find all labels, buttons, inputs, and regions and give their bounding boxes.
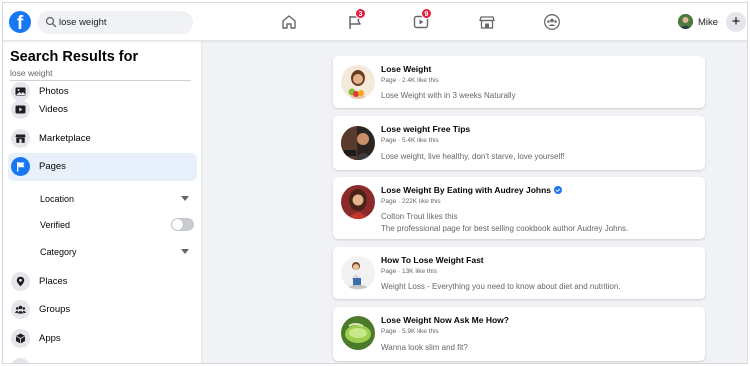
location-filter-label[interactable]: Location [40, 194, 74, 204]
page-name[interactable]: Lose Weight [381, 64, 431, 74]
create-button[interactable]: + [726, 12, 746, 32]
result-card[interactable]: Lose Weight By Eating with Audrey Johns … [333, 177, 705, 239]
nav-watch[interactable]: 9 [412, 8, 432, 31]
page-name[interactable]: Lose Weight By Eating with Audrey Johns [381, 185, 563, 195]
page-avatar[interactable] [341, 316, 375, 350]
cube-icon [11, 329, 30, 348]
chevron-down-icon[interactable] [181, 196, 189, 201]
result-card[interactable]: How To Lose Weight Fast Page · 13K like … [333, 247, 705, 299]
page-avatar[interactable] [341, 256, 375, 290]
page-meta: Page · 5.4K like this [381, 137, 439, 144]
search-filters-sidebar: Search Results for lose weight Photos Vi… [3, 41, 201, 363]
profile-name: Mike [698, 17, 719, 28]
top-navigation-bar: f 3 9 [3, 3, 747, 41]
page-name-text[interactable]: Lose Weight By Eating with Audrey Johns [381, 185, 551, 195]
page-meta: Page · 13K like this [381, 268, 438, 275]
verified-toggle[interactable] [171, 218, 194, 231]
sidebar-item-label: Marketplace [39, 133, 91, 144]
result-card[interactable]: Lose Weight Page · 2.4K like this Lose W… [333, 56, 705, 108]
page-name[interactable]: Lose weight Free Tips [381, 124, 470, 134]
pages-notification-badge: 3 [355, 8, 366, 19]
page-name[interactable]: Lose Weight Now Ask Me How? [381, 315, 509, 325]
browser-frame: f 3 9 [2, 2, 748, 364]
page-name[interactable]: How To Lose Weight Fast [381, 255, 484, 265]
page-description: Lose weight, live healthy, don't starve,… [381, 152, 565, 161]
category-filter-label[interactable]: Category [40, 247, 77, 257]
page-description: Lose Weight with in 3 weeks Naturally [381, 91, 516, 100]
chevron-down-icon[interactable] [181, 249, 189, 254]
groups-icon [544, 14, 560, 30]
facebook-logo[interactable]: f [9, 11, 31, 34]
page-avatar[interactable] [341, 185, 375, 219]
page-description: Wanna look slim and fit? [381, 343, 468, 352]
page-description: The professional page for best selling c… [381, 224, 629, 233]
page-meta: Page · 2.4K like this [381, 77, 439, 84]
sidebar-item-videos[interactable]: Videos [8, 96, 197, 124]
user-avatar [678, 14, 693, 29]
nav-home[interactable] [280, 13, 298, 31]
sidebar-item-pages[interactable]: Pages [8, 153, 197, 181]
page-description: Weight Loss - Everything you need to kno… [381, 282, 621, 291]
search-query-text: lose weight [10, 68, 53, 78]
sidebar-item-label: Apps [39, 333, 61, 344]
sidebar-item-apps[interactable]: Apps [8, 325, 197, 353]
nav-pages[interactable]: 3 [346, 8, 366, 31]
page-meta: Page · 5.9K like this [381, 328, 439, 335]
page-avatar[interactable] [341, 126, 375, 160]
toggle-knob [172, 219, 183, 230]
search-input[interactable] [59, 14, 189, 31]
sidebar-divider [10, 80, 191, 81]
search-icon [45, 16, 57, 28]
search-box[interactable] [37, 11, 193, 34]
flag-icon [11, 157, 30, 176]
verified-filter-label: Verified [40, 220, 71, 230]
sidebar-item-label: Groups [39, 304, 71, 315]
location-pin-icon [11, 272, 30, 291]
sidebar-item-label: Pages [39, 161, 66, 172]
sidebar-item-places[interactable]: Places [8, 268, 197, 296]
nav-groups[interactable] [543, 13, 561, 31]
more-icon [11, 358, 30, 363]
home-icon [282, 15, 296, 29]
sidebar-item-label: Videos [39, 104, 68, 115]
store-icon [11, 129, 30, 148]
sidebar-item-groups[interactable]: Groups [8, 296, 197, 324]
sidebar-title: Search Results for [10, 49, 139, 65]
sidebar-item-label: Places [39, 276, 68, 287]
verified-badge-icon [554, 186, 563, 194]
result-card[interactable]: Lose weight Free Tips Page · 5.4K like t… [333, 116, 705, 170]
sidebar-item-marketplace[interactable]: Marketplace [8, 125, 197, 153]
page-meta: Page · 222K like this [381, 198, 441, 205]
video-icon [11, 100, 30, 119]
nav-marketplace[interactable] [478, 13, 496, 31]
page-avatar[interactable] [341, 65, 375, 99]
result-card[interactable]: Lose Weight Now Ask Me How? Page · 5.9K … [333, 307, 705, 361]
marketplace-store-icon [479, 16, 495, 29]
page-social-context: Colton Trout likes this [381, 212, 458, 221]
sidebar-item-more[interactable] [8, 354, 197, 363]
watch-notification-badge: 9 [421, 8, 432, 19]
groups-icon [11, 300, 30, 319]
